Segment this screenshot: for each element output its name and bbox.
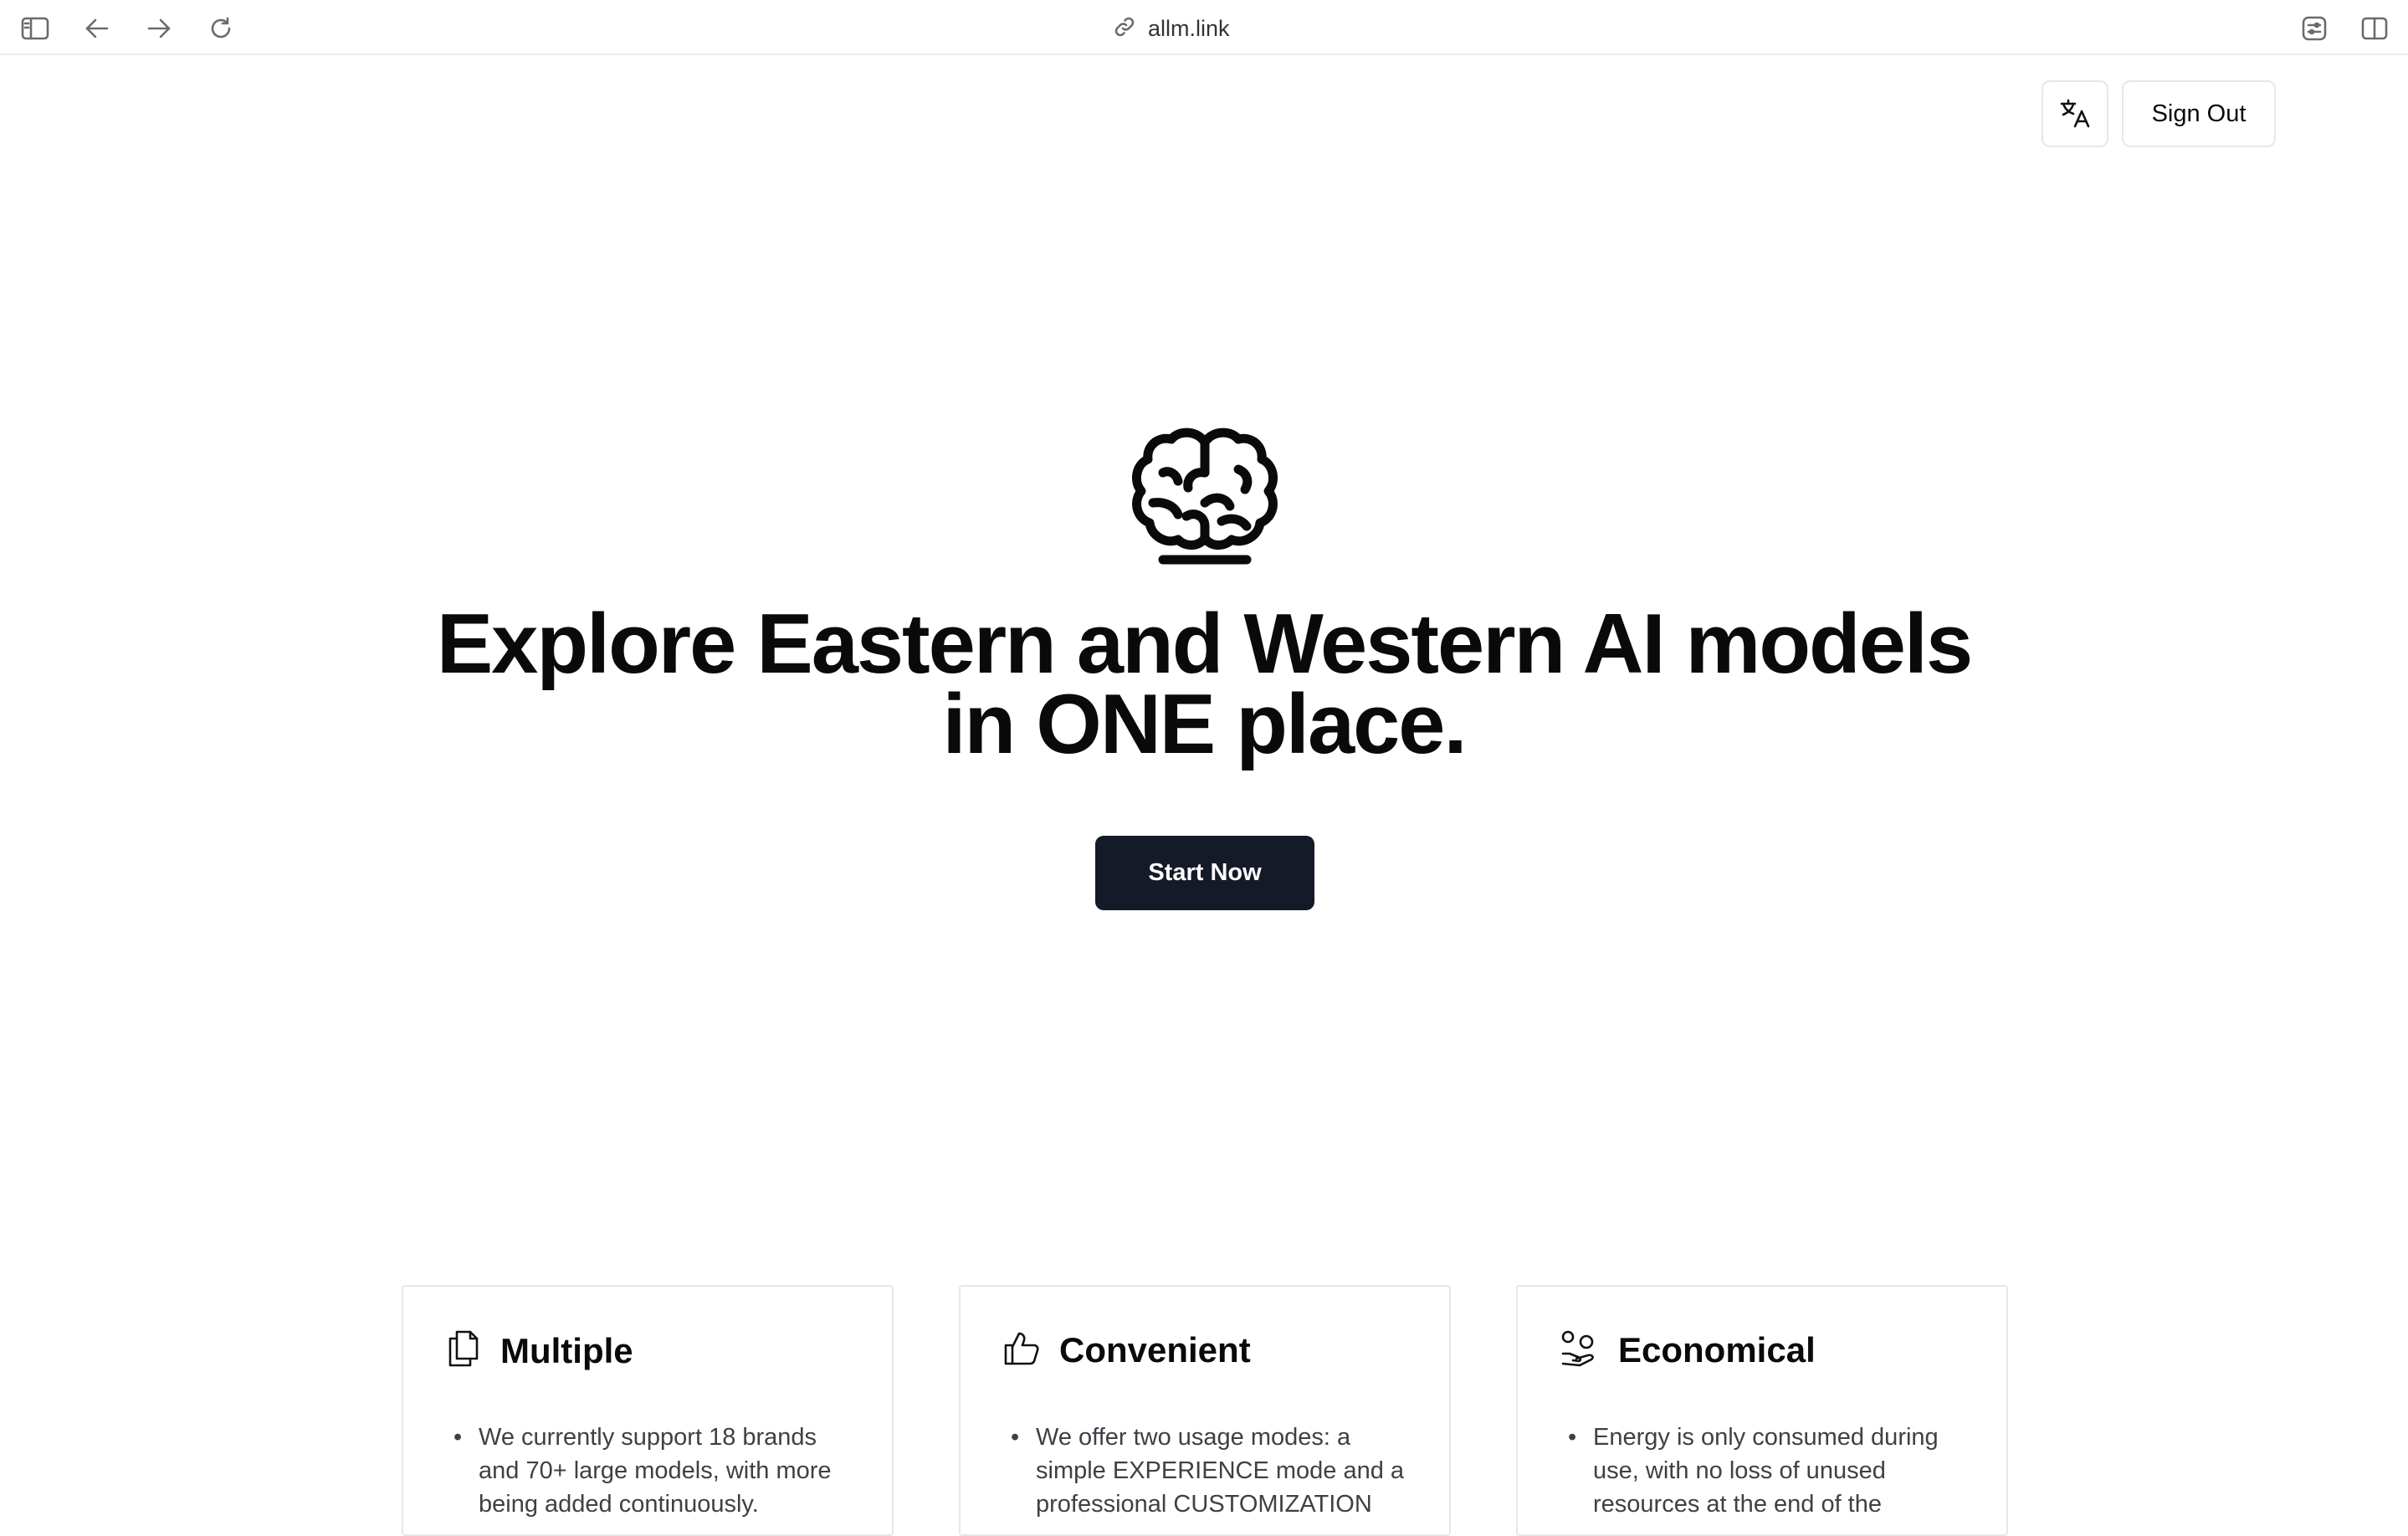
feature-list: We currently support 18 brands and 70+ l… [453,1421,855,1521]
url-text: allm.link [1148,15,1230,41]
list-item: We offer two usage modes: a simple EXPER… [1011,1421,1412,1521]
link-icon [1113,15,1136,43]
card-title: Multiple [500,1330,633,1370]
hero-headline: Explore Eastern and Western AI models in… [284,602,2124,767]
brain-icon [1128,422,1282,566]
reload-icon[interactable] [204,12,238,45]
card-title: Economical [1618,1329,1816,1370]
feature-list: We offer two usage modes: a simple EXPER… [1011,1421,1412,1521]
documents-icon [445,1329,482,1373]
sign-out-button[interactable]: Sign Out [2122,80,2276,147]
card-title: Convenient [1059,1329,1251,1370]
feature-list: Energy is only consumed during use, with… [1568,1421,1970,1521]
forward-icon[interactable] [142,12,176,45]
address-bar[interactable]: allm.link [1113,12,1230,45]
browser-toolbar: allm.link [0,0,2408,55]
hero-headline-line2: in ONE place. [942,678,1467,771]
start-now-button[interactable]: Start Now [1095,836,1314,910]
feature-card-multiple: Multiple We currently support 18 brands … [402,1285,894,1536]
list-item: Energy is only consumed during use, with… [1568,1421,1970,1521]
back-icon[interactable] [80,12,114,45]
extension-icon[interactable] [2298,12,2331,45]
thumbs-up-icon [1002,1329,1041,1371]
split-view-icon[interactable] [2358,12,2391,45]
feature-card-economical: Economical Energy is only consumed durin… [1516,1285,2008,1536]
sidebar-icon[interactable] [18,12,52,45]
list-item: We currently support 18 brands and 70+ l… [453,1421,855,1521]
translate-icon [2058,96,2092,132]
feature-card-convenient: Convenient We offer two usage modes: a s… [959,1285,1451,1536]
language-button[interactable] [2042,80,2108,147]
hand-coins-icon [1560,1329,1600,1371]
